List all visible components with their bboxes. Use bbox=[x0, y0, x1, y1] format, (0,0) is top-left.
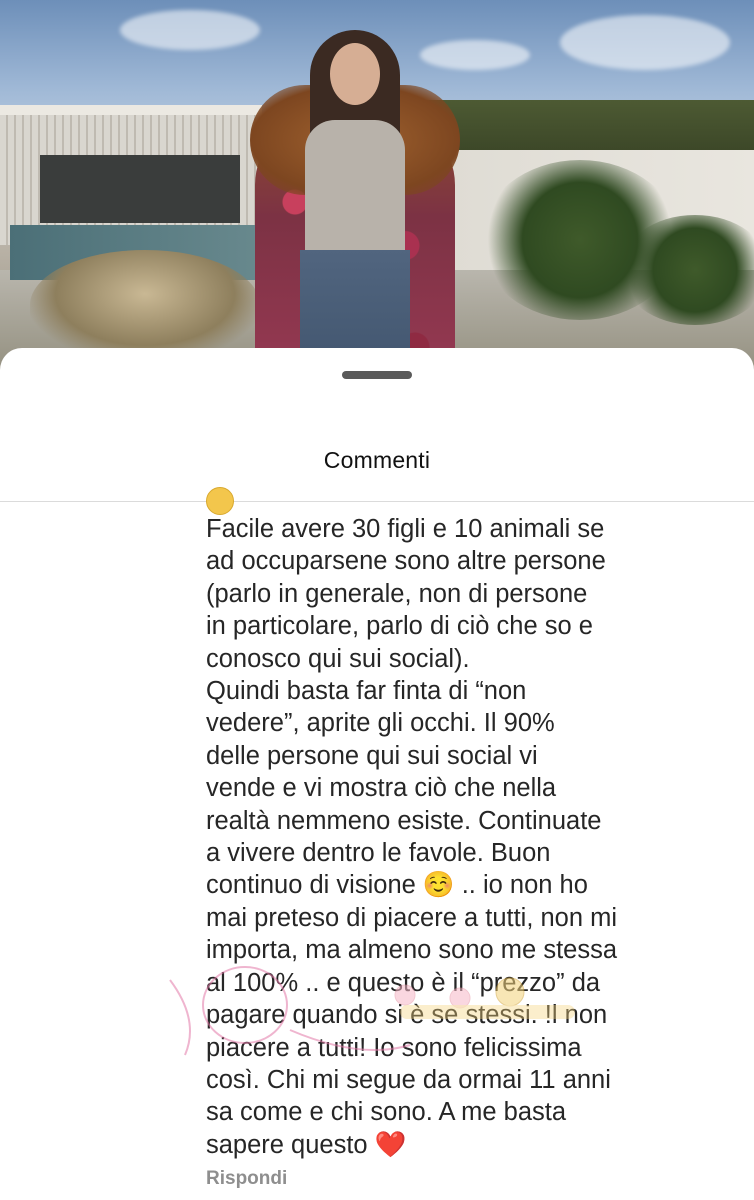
smiling-face-icon bbox=[206, 487, 234, 515]
drag-handle-icon[interactable] bbox=[342, 371, 412, 379]
background-photo bbox=[0, 0, 754, 400]
sheet-title: Commenti bbox=[323, 447, 431, 473]
comment-item: Facile avere 30 figli e 10 animali se ad… bbox=[206, 487, 726, 1161]
divider bbox=[0, 501, 754, 502]
person-figure bbox=[250, 25, 460, 400]
comments-sheet: Commenti Facile avere 30 figli e 10 anim… bbox=[0, 348, 754, 1200]
reply-button[interactable]: Rispondi bbox=[206, 1168, 287, 1190]
comment-text: Facile avere 30 figli e 10 animali se ad… bbox=[206, 515, 618, 1159]
